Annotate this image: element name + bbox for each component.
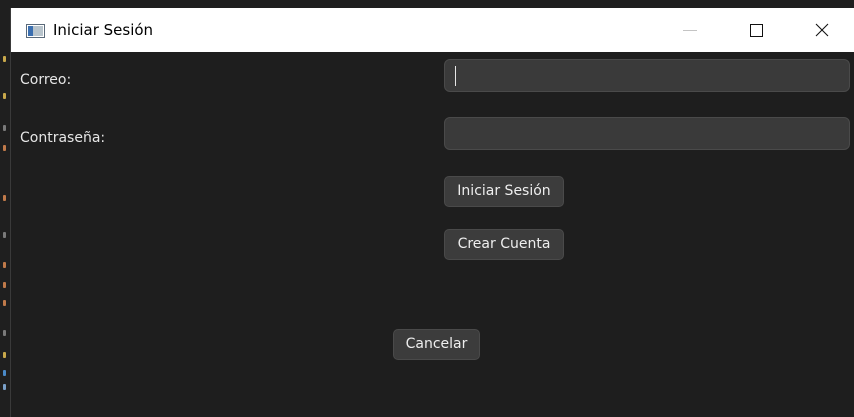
create-account-button[interactable]: Crear Cuenta — [444, 229, 564, 260]
screen: Iniciar Sesión Correo: Contraseña: Inici… — [0, 0, 854, 417]
background-mark — [3, 56, 6, 62]
app-window-icon — [26, 23, 45, 38]
cancel-button[interactable]: Cancelar — [393, 329, 480, 360]
background-editor-gutter — [0, 0, 10, 417]
login-form: Correo: Contraseña: Iniciar Sesión Crear… — [11, 52, 854, 417]
background-mark — [3, 384, 6, 390]
maximize-icon — [750, 24, 763, 37]
background-mark — [3, 352, 6, 358]
password-field[interactable] — [444, 117, 850, 150]
background-mark — [3, 262, 6, 268]
email-label: Correo: — [20, 72, 72, 88]
background-mark — [3, 232, 6, 238]
background-editor-strip — [0, 0, 854, 8]
maximize-button[interactable] — [733, 8, 779, 52]
background-mark — [3, 330, 6, 336]
close-button[interactable] — [799, 8, 845, 52]
text-cursor — [455, 66, 456, 86]
minimize-icon — [683, 30, 697, 31]
window-title: Iniciar Sesión — [53, 21, 154, 39]
background-mark — [3, 282, 6, 288]
email-field[interactable] — [444, 59, 850, 92]
background-mark — [3, 145, 6, 151]
background-mark — [3, 300, 6, 306]
title-bar[interactable]: Iniciar Sesión — [11, 8, 854, 52]
background-mark — [3, 125, 6, 131]
login-button[interactable]: Iniciar Sesión — [444, 176, 564, 207]
background-mark — [3, 195, 6, 201]
close-icon — [815, 23, 829, 37]
login-window: Iniciar Sesión Correo: Contraseña: Inici… — [10, 8, 854, 417]
minimize-button[interactable] — [667, 8, 713, 52]
background-mark — [3, 370, 6, 376]
background-mark — [3, 93, 6, 99]
password-label: Contraseña: — [20, 130, 106, 146]
